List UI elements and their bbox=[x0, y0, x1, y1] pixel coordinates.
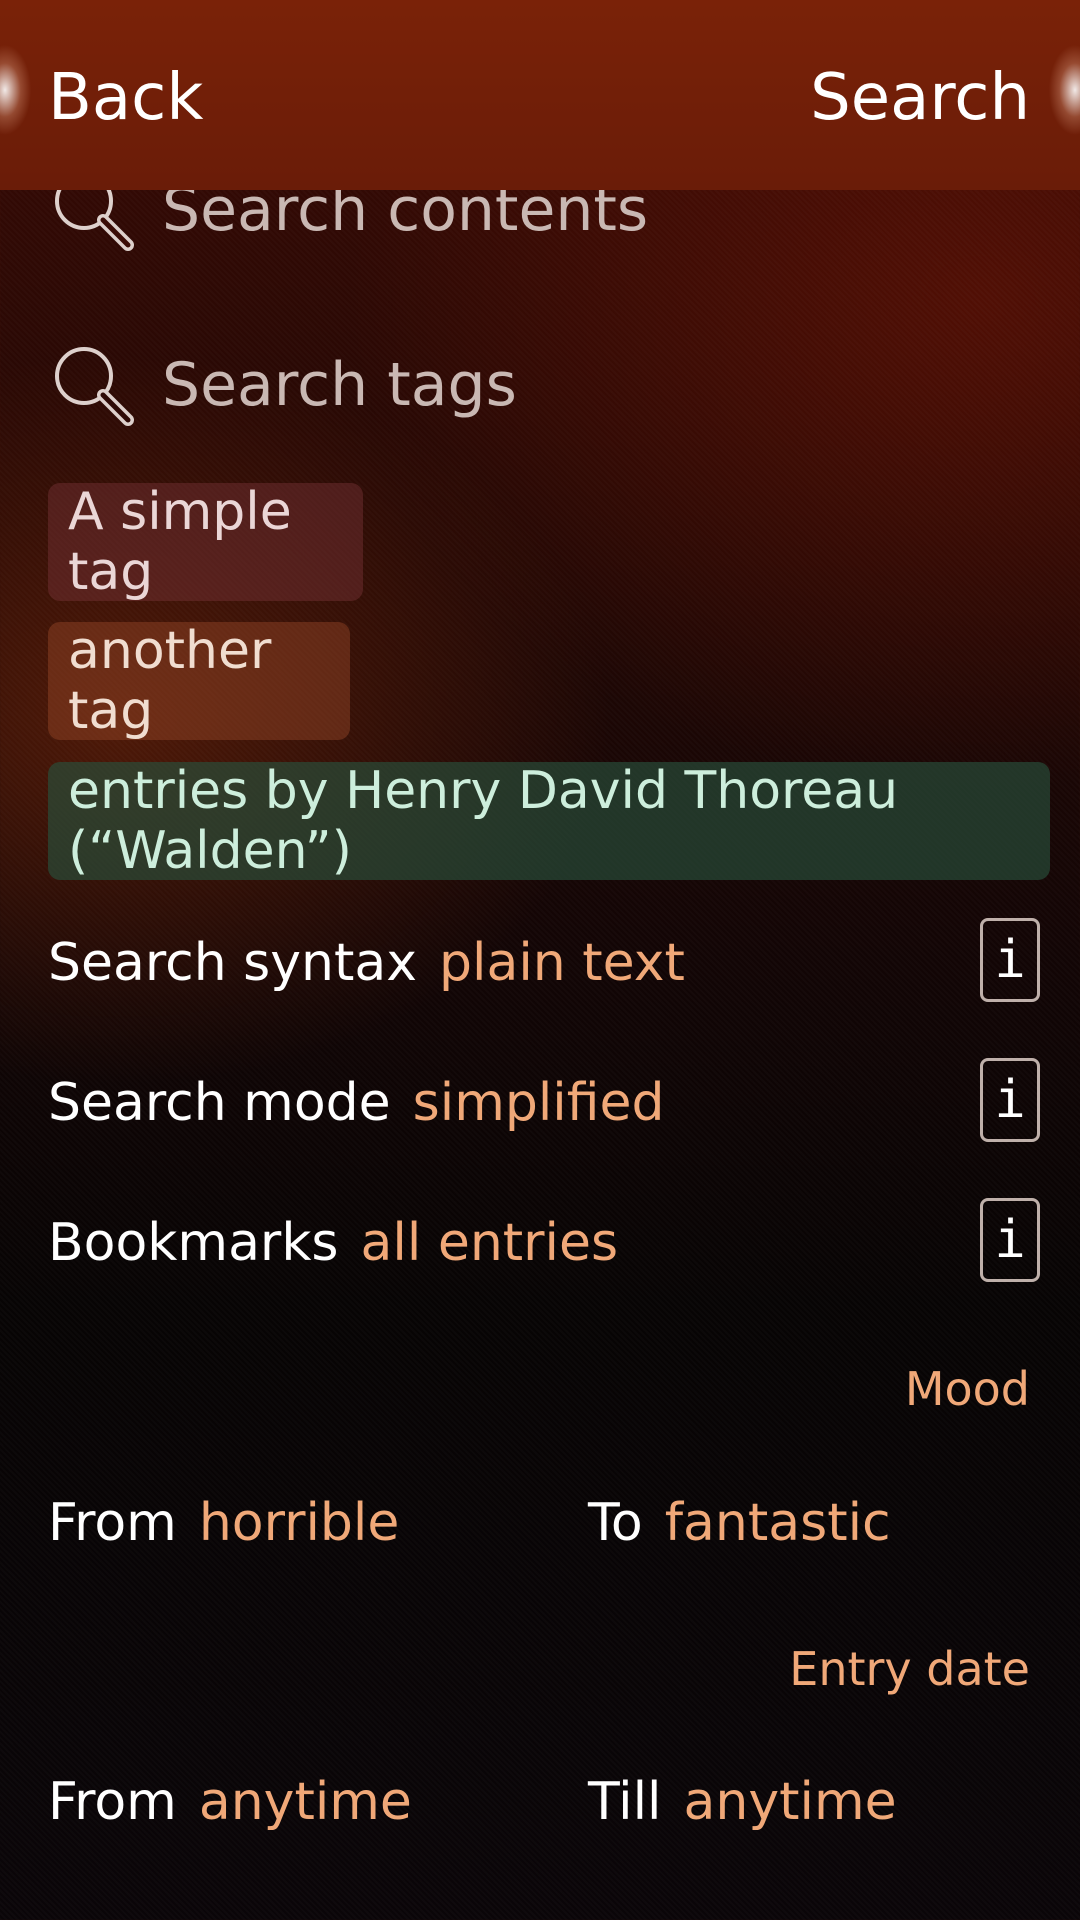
header-glow-right bbox=[1040, 20, 1080, 160]
date-till-picker[interactable]: Till anytime bbox=[588, 1757, 897, 1847]
tag-chip-selected[interactable]: entries by Henry David Thoreau (“Walden”… bbox=[48, 761, 1050, 881]
info-icon[interactable]: i bbox=[980, 1198, 1040, 1282]
info-icon[interactable]: i bbox=[980, 918, 1040, 1002]
bookmarks-label: Bookmarks bbox=[48, 1213, 339, 1273]
bookmarks-value: all entries bbox=[360, 1213, 619, 1273]
tag-label: another tag bbox=[68, 621, 272, 741]
search-tags-field[interactable]: Search tags bbox=[48, 335, 1038, 435]
date-from-label: From bbox=[48, 1772, 177, 1832]
bookmarks-combobox[interactable]: Bookmarks all entries i bbox=[48, 1193, 1040, 1293]
date-from-picker[interactable]: From anytime bbox=[48, 1757, 412, 1847]
header-glow-left bbox=[0, 20, 40, 160]
info-icon[interactable]: i bbox=[980, 1058, 1040, 1142]
search-mode-label: Search mode bbox=[48, 1073, 391, 1133]
mood-section-header: Mood bbox=[904, 1362, 1030, 1416]
tag-label: A simple tag bbox=[68, 482, 292, 602]
search-syntax-value: plain text bbox=[439, 933, 685, 993]
mood-from-picker[interactable]: From horrible bbox=[48, 1478, 399, 1568]
search-mode-value: simplified bbox=[412, 1073, 665, 1133]
search-syntax-label: Search syntax bbox=[48, 933, 418, 993]
mood-from-label: From bbox=[48, 1493, 177, 1553]
search-tags-placeholder: Search tags bbox=[162, 350, 517, 420]
mood-from-value: horrible bbox=[198, 1493, 400, 1553]
mood-to-value: fantastic bbox=[664, 1493, 891, 1553]
mood-to-label: To bbox=[588, 1493, 643, 1553]
search-icon bbox=[55, 347, 134, 426]
search-syntax-combobox[interactable]: Search syntax plain text i bbox=[48, 913, 1040, 1013]
search-mode-combobox[interactable]: Search mode simplified i bbox=[48, 1053, 1040, 1153]
date-till-label: Till bbox=[588, 1772, 662, 1832]
tag-label: entries by Henry David Thoreau (“Walden”… bbox=[68, 761, 899, 881]
mood-to-picker[interactable]: To fantastic bbox=[588, 1478, 891, 1568]
tag-chip[interactable]: another tag bbox=[48, 621, 350, 741]
date-from-value: anytime bbox=[198, 1772, 412, 1832]
search-accept-button[interactable]: Search bbox=[810, 58, 1030, 138]
page-header: Back Search bbox=[0, 0, 1080, 190]
back-button[interactable]: Back bbox=[48, 58, 203, 138]
tag-chip[interactable]: A simple tag bbox=[48, 482, 363, 602]
date-till-value: anytime bbox=[683, 1772, 897, 1832]
entry-date-section-header: Entry date bbox=[789, 1642, 1030, 1696]
